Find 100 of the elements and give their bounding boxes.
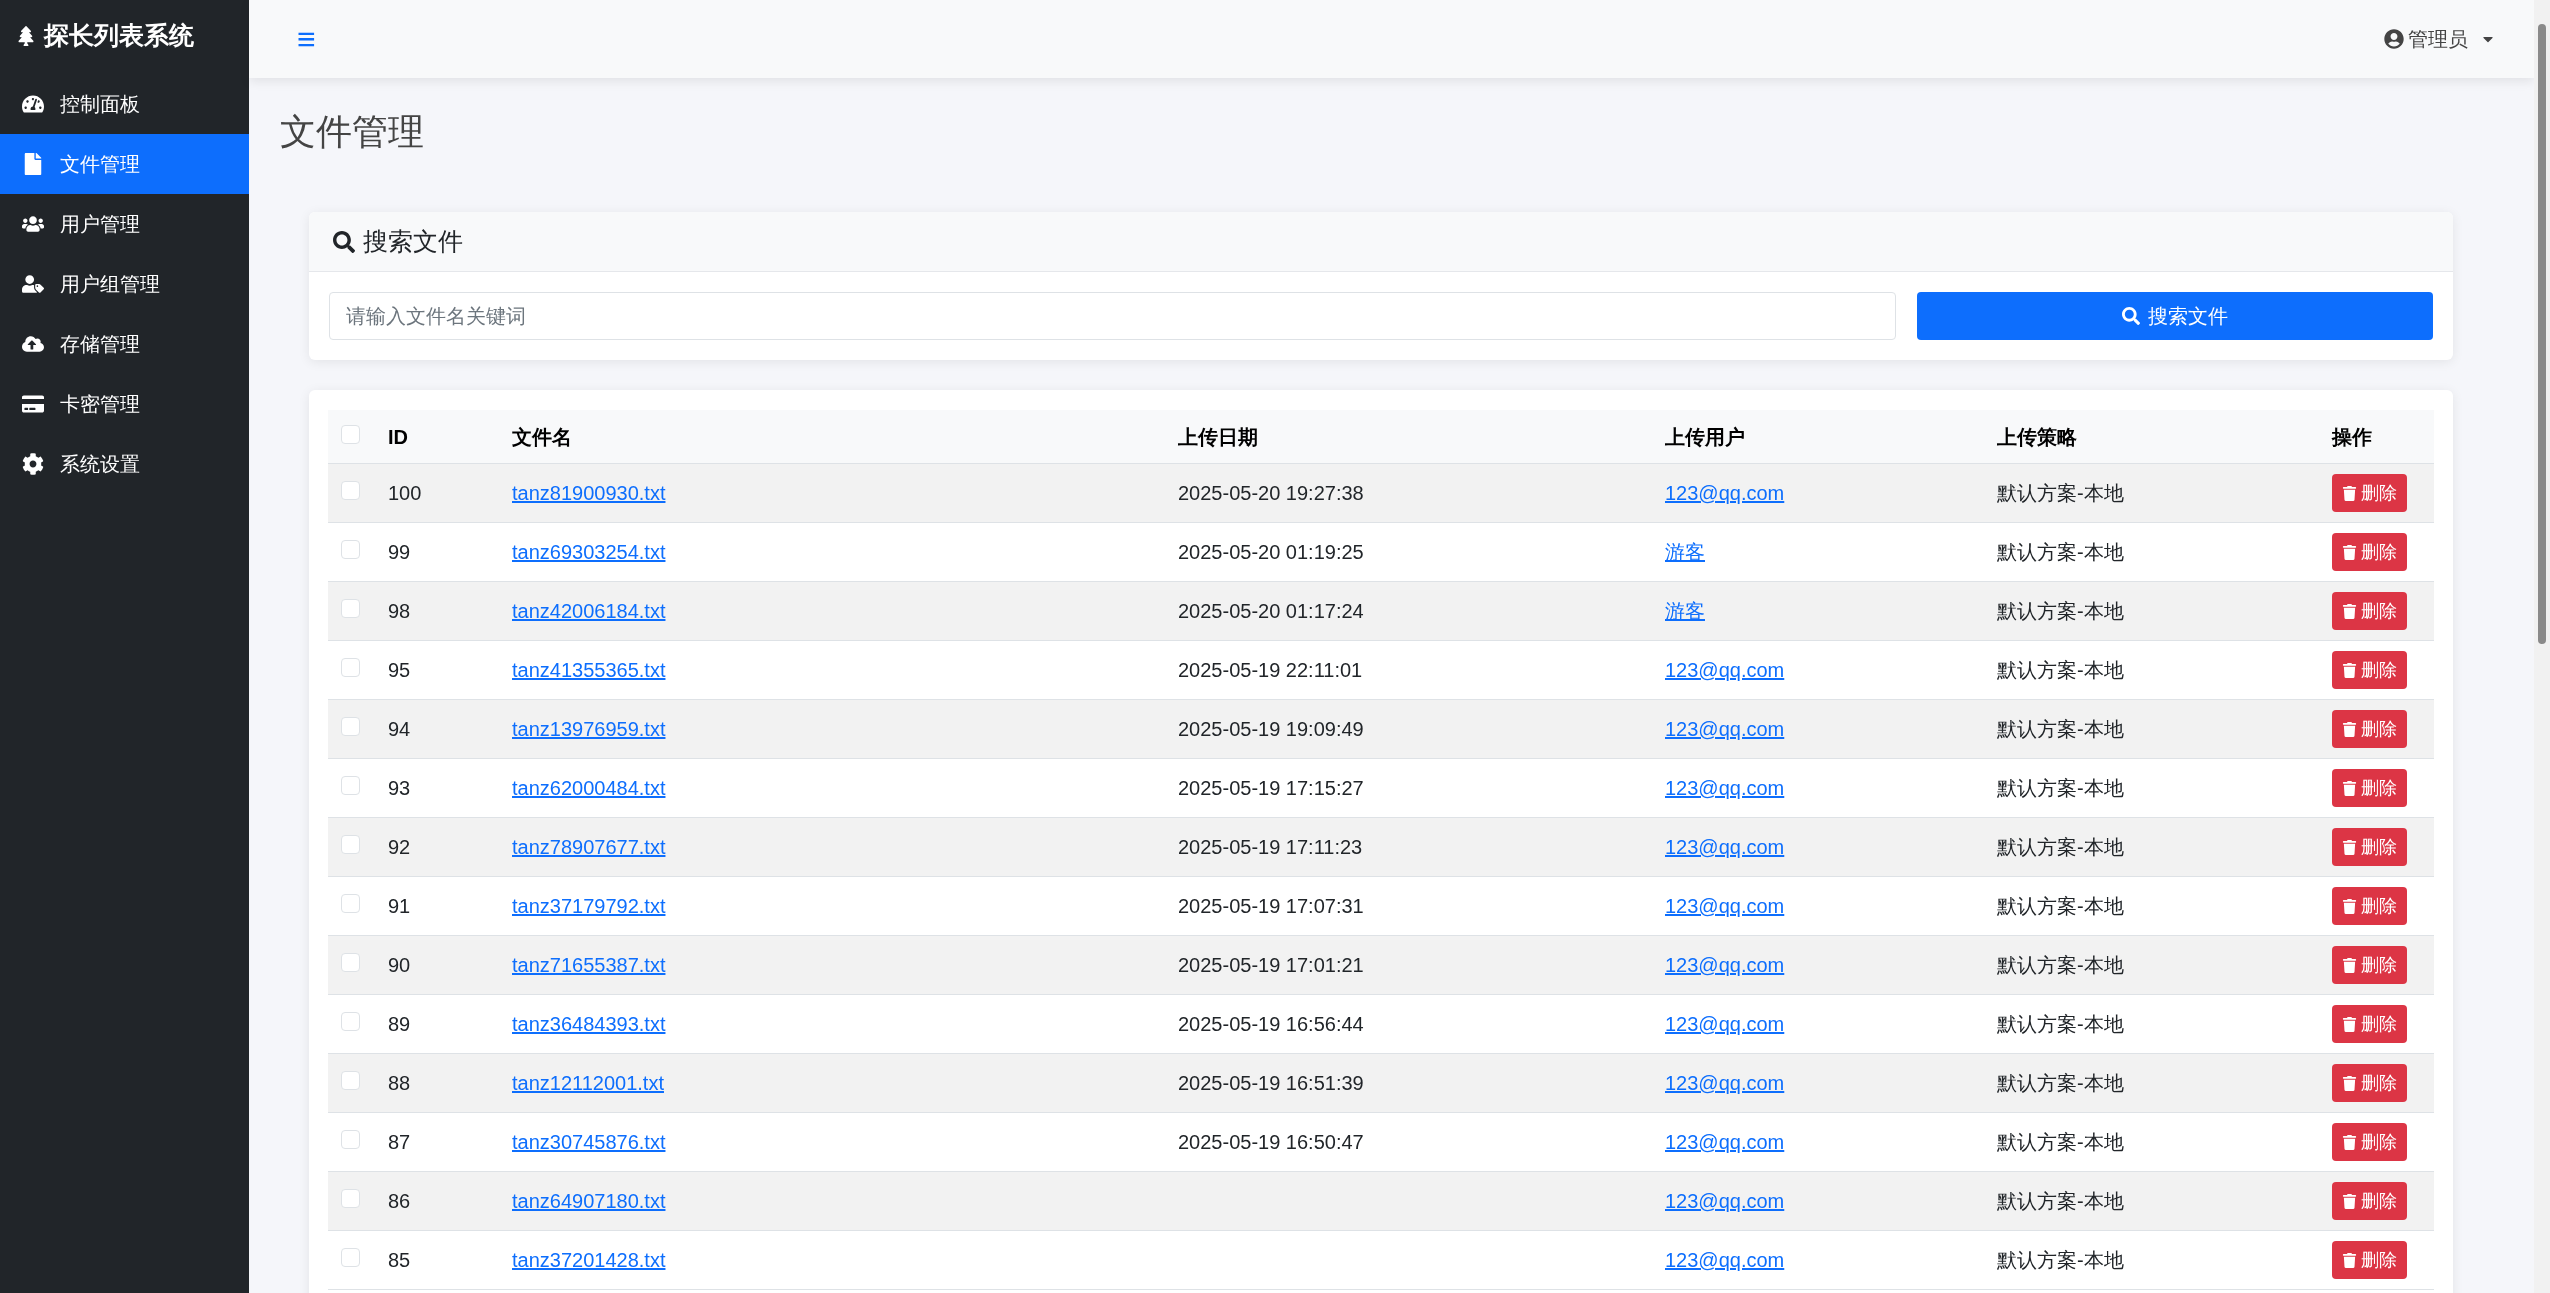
table-cell: 2025-05-19 19:09:49	[1178, 718, 1364, 740]
delete-button[interactable]: 删除	[2332, 887, 2407, 925]
user-link[interactable]: 123@qq.com	[1665, 954, 1785, 976]
file-link[interactable]: tanz64907180.txt	[512, 1190, 666, 1212]
sidebar-item[interactable]: 用户组管理	[0, 254, 249, 314]
sidebar-item[interactable]: 文件管理	[0, 134, 249, 194]
table-cell: 89	[388, 1013, 411, 1035]
user-link[interactable]: 123@qq.com	[1665, 1072, 1785, 1094]
user-link[interactable]: 123@qq.com	[1665, 1249, 1785, 1271]
checkbox[interactable]	[341, 1012, 360, 1031]
user-menu[interactable]: 管理员	[2384, 24, 2496, 54]
sidebar-item[interactable]: 系统设置	[0, 434, 249, 494]
table-cell: 2025-05-19 16:51:39	[1178, 1072, 1364, 1094]
table-cell: 默认方案-本地	[1997, 718, 2124, 740]
table-cell: 88	[388, 1072, 411, 1094]
sidebar-item[interactable]: 卡密管理	[0, 374, 249, 434]
file-link[interactable]: tanz30745876.txt	[512, 1131, 666, 1153]
table-cell: 默认方案-本地	[1997, 895, 2124, 917]
file-link[interactable]: tanz12112001.txt	[512, 1072, 664, 1094]
user-link[interactable]: 123@qq.com	[1665, 718, 1785, 740]
delete-button[interactable]: 删除	[2332, 946, 2407, 984]
table-cell: 90	[388, 954, 411, 976]
file-link[interactable]: tanz37179792.txt	[512, 895, 666, 917]
file-link[interactable]: tanz13976959.txt	[512, 718, 666, 740]
file-link[interactable]: tanz69303254.txt	[512, 541, 666, 563]
checkbox[interactable]	[341, 481, 360, 500]
search-field[interactable]: 请输入文件名关键词	[329, 292, 1896, 340]
file-link[interactable]: tanz81900930.txt	[512, 482, 666, 504]
checkbox[interactable]	[341, 1130, 360, 1149]
user-link[interactable]: 123@qq.com	[1665, 777, 1785, 799]
file-link[interactable]: tanz78907677.txt	[512, 836, 666, 858]
delete-button[interactable]: 删除	[2332, 1123, 2407, 1161]
file-link[interactable]: tanz62000484.txt	[512, 777, 666, 799]
file-link[interactable]: tanz41355365.txt	[512, 659, 666, 681]
table-cell: 2025-05-19 16:50:47	[1178, 1131, 1364, 1153]
user-link[interactable]: 123@qq.com	[1665, 1190, 1785, 1212]
column-header: 上传策略	[1997, 425, 2077, 448]
delete-button[interactable]: 删除	[2332, 651, 2407, 689]
user-link[interactable]: 123@qq.com	[1665, 1131, 1785, 1153]
trash-icon	[2342, 1134, 2357, 1150]
table-cell: 默认方案-本地	[1997, 482, 2124, 504]
checkbox[interactable]	[341, 835, 360, 854]
delete-button[interactable]: 删除	[2332, 710, 2407, 748]
delete-button[interactable]: 删除	[2332, 828, 2407, 866]
menu-toggle[interactable]: ≡	[297, 23, 316, 55]
file-link[interactable]: tanz42006184.txt	[512, 600, 666, 622]
delete-button[interactable]: 删除	[2332, 592, 2407, 630]
checkbox[interactable]	[341, 1189, 360, 1208]
table-cell: 默认方案-本地	[1997, 1249, 2124, 1271]
checkbox[interactable]	[341, 894, 360, 913]
checkbox[interactable]	[341, 776, 360, 795]
column-header: 上传日期	[1178, 425, 1258, 448]
sidebar-item[interactable]: 存储管理	[0, 314, 249, 374]
delete-button[interactable]: 删除	[2332, 1064, 2407, 1102]
trash-icon	[2342, 839, 2357, 855]
sidebar-item[interactable]: 控制面板	[0, 74, 249, 134]
trash-icon	[2342, 721, 2357, 737]
checkbox[interactable]	[341, 717, 360, 736]
trash-icon	[2342, 544, 2357, 560]
user-link[interactable]: 123@qq.com	[1665, 482, 1785, 504]
file-link[interactable]: tanz36484393.txt	[512, 1013, 666, 1035]
checkbox[interactable]	[341, 424, 360, 444]
table-cell: 2025-05-19 17:15:27	[1178, 777, 1364, 799]
user-link[interactable]: 123@qq.com	[1665, 659, 1785, 681]
delete-button[interactable]: 删除	[2332, 1182, 2407, 1220]
delete-button[interactable]: 删除	[2332, 533, 2407, 571]
checkbox[interactable]	[341, 1071, 360, 1090]
search-button[interactable]: 搜索文件	[1917, 292, 2433, 340]
table-cell: 默认方案-本地	[1997, 1013, 2124, 1035]
column-header: ID	[388, 425, 408, 448]
user-link[interactable]: 游客	[1665, 600, 1705, 622]
user-link[interactable]: 123@qq.com	[1665, 836, 1785, 858]
user-link[interactable]: 123@qq.com	[1665, 1013, 1785, 1035]
user-link[interactable]: 游客	[1665, 541, 1705, 563]
file-link[interactable]: tanz37201428.txt	[512, 1249, 666, 1271]
table-cell: 默认方案-本地	[1997, 777, 2124, 799]
user-link[interactable]: 123@qq.com	[1665, 895, 1785, 917]
delete-button[interactable]: 删除	[2332, 1005, 2407, 1043]
column-header: 操作	[2332, 425, 2372, 448]
delete-button[interactable]: 删除	[2332, 769, 2407, 807]
table-cell: 默认方案-本地	[1997, 836, 2124, 858]
checkbox[interactable]	[341, 599, 360, 618]
checkbox[interactable]	[341, 658, 360, 677]
delete-button[interactable]: 删除	[2332, 474, 2407, 512]
tree-icon	[16, 26, 36, 46]
table-cell: 默认方案-本地	[1997, 659, 2124, 681]
checkbox[interactable]	[341, 953, 360, 972]
delete-button[interactable]: 删除	[2332, 1241, 2407, 1279]
column-header: 上传用户	[1665, 425, 1745, 448]
table-cell: 2025-05-20 01:17:24	[1178, 600, 1364, 622]
gauge-icon	[22, 93, 44, 115]
table-cell: 2025-05-20 01:19:25	[1178, 541, 1364, 563]
sidebar-item[interactable]: 用户管理	[0, 194, 249, 254]
search-icon	[2122, 307, 2140, 325]
trash-icon	[2342, 898, 2357, 914]
trash-icon	[2342, 1075, 2357, 1091]
checkbox[interactable]	[341, 1248, 360, 1267]
page-title: 文件管理	[280, 114, 425, 150]
checkbox[interactable]	[341, 540, 360, 559]
file-link[interactable]: tanz71655387.txt	[512, 954, 666, 976]
